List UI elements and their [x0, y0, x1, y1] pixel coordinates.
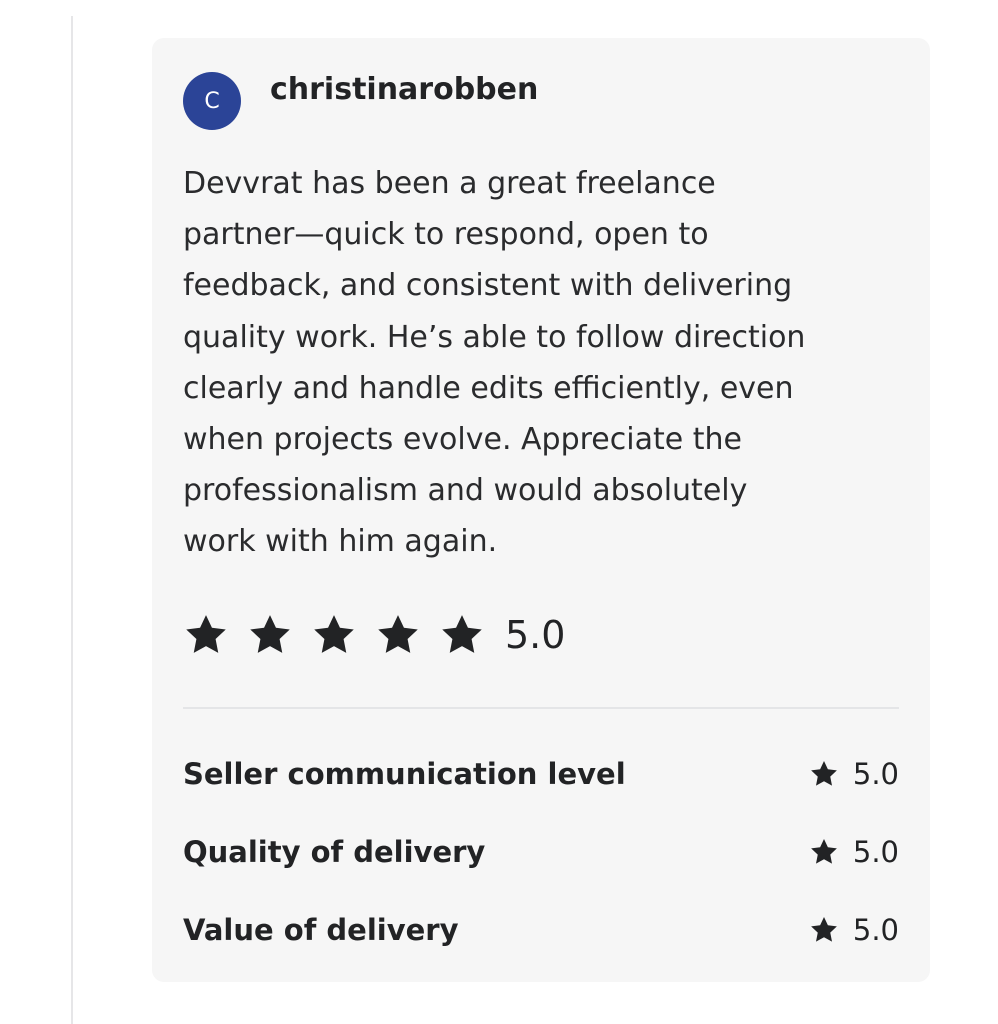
- star-icon: [311, 612, 357, 658]
- breakdown-row-quality: Quality of delivery 5.0: [183, 828, 899, 906]
- breakdown-score: 5.0: [809, 828, 899, 876]
- reviewer-header: C christinarobben: [183, 72, 538, 130]
- breakdown-row-communication: Seller communication level 5.0: [183, 750, 899, 828]
- breakdown-label: Seller communication level: [183, 757, 626, 791]
- breakdown-row-value: Value of delivery 5.0: [183, 906, 899, 984]
- star-icon: [809, 837, 839, 867]
- breakdown-label: Quality of delivery: [183, 835, 486, 869]
- star-icon: [439, 612, 485, 658]
- rating-breakdown: Seller communication level 5.0 Quality o…: [183, 750, 899, 984]
- breakdown-score: 5.0: [809, 750, 899, 798]
- left-border-line: [71, 16, 73, 1024]
- breakdown-label: Value of delivery: [183, 913, 459, 947]
- breakdown-score: 5.0: [809, 906, 899, 954]
- star-icon: [247, 612, 293, 658]
- star-icon: [809, 915, 839, 945]
- reviewer-username[interactable]: christinarobben: [270, 72, 538, 107]
- overall-rating-value: 5.0: [505, 613, 566, 657]
- divider: [183, 707, 899, 709]
- review-text: Devvrat has been a great freelance partn…: [183, 166, 806, 560]
- overall-rating: 5.0: [183, 610, 565, 660]
- breakdown-value: 5.0: [852, 913, 899, 947]
- star-icon: [809, 759, 839, 789]
- avatar[interactable]: C: [183, 72, 241, 130]
- star-icon: [183, 612, 229, 658]
- star-icon: [375, 612, 421, 658]
- breakdown-value: 5.0: [852, 757, 899, 791]
- review-card: C christinarobben Devvrat has been a gre…: [152, 38, 930, 982]
- star-rating: [183, 612, 503, 658]
- breakdown-value: 5.0: [852, 835, 899, 869]
